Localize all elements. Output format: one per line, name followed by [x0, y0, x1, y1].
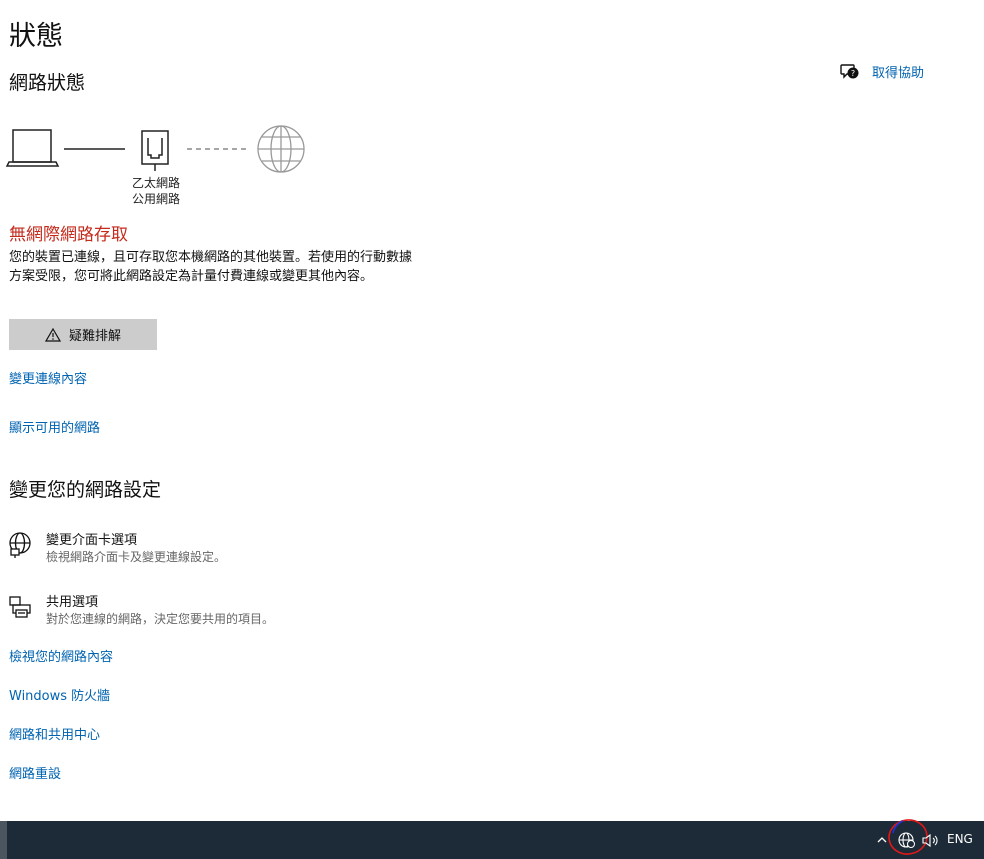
windows-firewall-link[interactable]: Windows 防火牆 — [9, 685, 110, 704]
svg-text:?: ? — [851, 69, 855, 78]
network-sharing-center-link[interactable]: 網路和共用中心 — [9, 724, 100, 743]
adapter-options-desc: 檢視網路介面卡及變更連線設定。 — [46, 550, 227, 564]
adapter-type-label: 乙太網路 — [131, 176, 180, 190]
troubleshoot-label: 疑難排解 — [68, 329, 121, 344]
globe-icon — [257, 125, 305, 173]
adapter-globe-icon — [9, 532, 31, 558]
view-network-properties-link[interactable]: 檢視您的網路內容 — [9, 646, 113, 665]
chat-help-icon: ? — [840, 63, 859, 79]
network-status-heading: 網路狀態 — [9, 72, 86, 94]
laptop-icon — [5, 129, 60, 167]
get-help-label: 取得協助 — [872, 66, 925, 81]
speaker-volume-icon[interactable] — [921, 833, 941, 848]
change-connection-properties-link[interactable]: 變更連線內容 — [9, 368, 87, 387]
status-description: 您的裝置已連線，且可存取您本機網路的其他裝置。若使用的行動數據方案受限，您可將此… — [9, 250, 413, 284]
taskbar: ENG — [0, 819, 984, 859]
language-indicator[interactable]: ENG — [947, 832, 973, 846]
no-internet-title: 無網際網路存取 — [9, 225, 128, 245]
sharing-options-title: 共用選項 — [46, 595, 99, 610]
get-help-link[interactable]: ? 取得協助 — [840, 62, 924, 81]
adapter-options-item[interactable]: 變更介面卡選項 檢視網路介面卡及變更連線設定。 — [8, 532, 226, 566]
troubleshoot-button[interactable]: 疑難排解 — [9, 319, 157, 350]
ethernet-port-icon — [141, 130, 169, 171]
adapter-options-title: 變更介面卡選項 — [46, 533, 138, 548]
sharing-options-desc: 對於您連線的網路，決定您要共用的項目。 — [46, 612, 275, 626]
network-profile-label: 公用網路 — [131, 192, 180, 206]
sharing-printer-icon — [9, 596, 31, 618]
network-globe-icon[interactable] — [898, 832, 916, 849]
network-reset-link[interactable]: 網路重設 — [9, 763, 61, 782]
show-available-networks-link[interactable]: 顯示可用的網路 — [9, 417, 100, 436]
sharing-options-item[interactable]: 共用選項 對於您連線的網路，決定您要共用的項目。 — [8, 594, 274, 628]
connection-info: 乙太網路 公用網路 — [118, 175, 194, 207]
change-network-settings-heading: 變更您的網路設定 — [9, 479, 162, 501]
warning-icon — [44, 327, 61, 342]
page-title: 狀態 — [9, 21, 63, 52]
taskbar-edge — [0, 821, 7, 859]
